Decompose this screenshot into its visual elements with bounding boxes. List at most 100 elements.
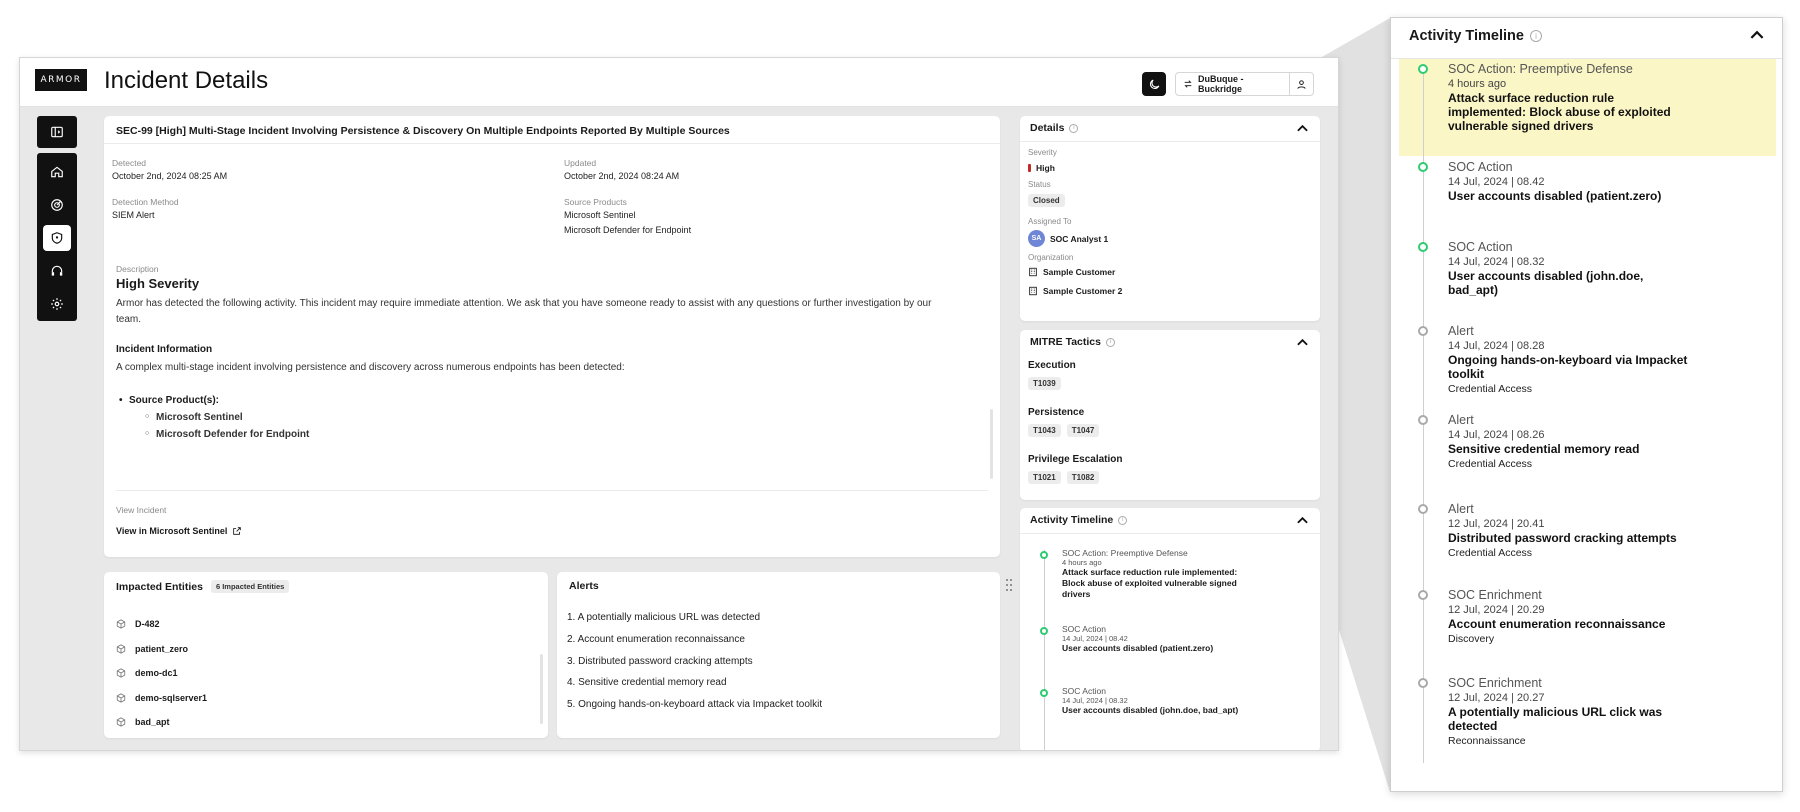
mitre-header: MITRE Tactics i [1030,336,1115,348]
description-scrollbar[interactable] [990,409,993,479]
sidebar-item-settings[interactable] [37,287,77,320]
org-switcher[interactable]: DuBuque - Buckridge [1175,72,1314,96]
list-item[interactable]: patient_zero [116,637,207,662]
gear-icon [51,297,63,310]
event-time: 14 Jul, 2024 | 08.42 [1062,634,1128,643]
source-products-bullet: Source Product(s): [119,395,219,406]
timeline-event[interactable]: SOC Enrichment 12 Jul, 2024 | 20.29 Acco… [1418,587,1758,646]
mitre-tactics-panel: MITRE Tactics i Execution T1039 Persiste… [1020,330,1320,500]
alerts-panel: Alerts 1. A potentially malicious URL wa… [557,572,1000,738]
tactic-name: Execution [1028,360,1076,371]
event-description: Ongoing hands-on-keyboard via Impacket t… [1448,353,1688,381]
moon-icon [1149,79,1159,89]
sidebar-item-home[interactable] [37,155,77,188]
alert-item[interactable]: 2. Account enumeration reconnaissance [567,634,822,656]
list-item[interactable]: D-482 [116,612,207,637]
timeline-event[interactable]: SOC Action 14 Jul, 2024 | 08.42 User acc… [1040,624,1300,654]
entities-title: Impacted Entities [116,580,203,593]
source-product: Microsoft Sentinel [564,210,636,220]
event-description: A potentially malicious URL click was de… [1448,705,1663,733]
event-description: Distributed password cracking attempts [1448,531,1677,545]
list-item[interactable]: demo-sqlserver1 [116,686,207,711]
event-type: SOC Action: Preemptive Defense [1062,548,1188,558]
technique-chip[interactable]: T1021 [1028,471,1061,484]
source-product-bullet-item: Microsoft Defender for Endpoint [145,429,309,440]
details-header: Details i [1030,122,1079,134]
user-icon[interactable] [1289,73,1313,95]
list-item[interactable]: bad_apt [116,710,207,735]
info-icon[interactable]: i [1529,30,1542,42]
event-time: 14 Jul, 2024 | 08.28 [1448,340,1545,352]
severity-label: Severity [1028,148,1057,157]
chevron-up-icon[interactable] [1297,338,1308,346]
info-icon[interactable]: i [1118,515,1128,525]
entities-count-badge: 6 Impacted Entities [210,580,290,593]
technique-chip[interactable]: T1039 [1028,377,1061,390]
building-icon [1029,286,1037,296]
view-in-sentinel-link[interactable]: View in Microsoft Sentinel [116,526,242,536]
event-type: SOC Action [1448,160,1513,174]
sidebar-toggle-button[interactable] [37,116,77,148]
status-label: Status [1028,180,1051,189]
timeline-event[interactable]: Alert 14 Jul, 2024 | 08.28 Ongoing hands… [1418,323,1758,396]
info-icon[interactable]: i [1106,337,1115,347]
zoom-title: Activity Timeline [1409,28,1524,44]
drag-handle-icon[interactable] [1005,578,1013,592]
cube-icon [116,644,126,654]
chevron-up-icon[interactable] [1297,124,1308,132]
timeline-event[interactable]: SOC Action: Preemptive Defense 4 hours a… [1418,61,1758,133]
detection-method-value: SIEM Alert [112,210,155,220]
entity-name: D-482 [135,619,160,630]
entity-name: demo-dc1 [135,668,178,679]
status-dot [1418,162,1428,172]
timeline-event[interactable]: SOC Enrichment 12 Jul, 2024 | 20.27 A po… [1418,675,1758,748]
alert-item[interactable]: 4. Sensitive credential memory read [567,677,822,699]
top-bar: ARMOR Incident Details DuBuque - Buckrid… [20,58,1338,107]
incident-card: SEC-99 [High] Multi-Stage Incident Invol… [104,116,1000,557]
alert-item[interactable]: 5. Ongoing hands-on-keyboard attack via … [567,699,822,721]
technique-chip[interactable]: T1047 [1066,424,1100,437]
event-time: 14 Jul, 2024 | 08.32 [1448,256,1545,268]
organization-item: Sample Customer [1028,267,1115,277]
technique-chip[interactable]: T1043 [1028,424,1061,437]
sidebar-nav [37,153,77,321]
list-item[interactable]: demo-dc1 [116,661,207,686]
status-dot [1040,689,1048,697]
alerts-title: Alerts [569,580,599,592]
alert-item[interactable]: 3. Distributed password cracking attempt… [567,656,822,678]
organization-label: Organization [1028,253,1074,262]
event-description: Attack surface reduction rule implemente… [1062,567,1238,599]
entities-scrollbar[interactable] [540,654,543,724]
timeline-event[interactable]: SOC Action 14 Jul, 2024 | 08.32 User acc… [1040,686,1300,716]
tactic-name: Persistence [1028,407,1085,418]
page-title: Incident Details [104,67,269,94]
alerts-list: 1. A potentially malicious URL was detec… [567,612,822,721]
timeline-event[interactable]: SOC Action: Preemptive Defense 4 hours a… [1040,548,1300,600]
divider [1020,141,1320,142]
status-badge: Closed [1028,194,1065,207]
chevron-up-icon[interactable] [1750,30,1764,39]
event-category: Credential Access [1448,547,1533,559]
event-type: SOC Action [1062,686,1106,696]
sidebar-item-incidents[interactable] [37,221,77,254]
chevron-up-icon[interactable] [1297,516,1308,524]
theme-toggle-button[interactable] [1142,72,1166,96]
view-incident-label: View Incident [116,505,167,515]
detected-label: Detected [112,158,147,168]
technique-chip[interactable]: T1082 [1066,471,1100,484]
timeline-event[interactable]: Alert 12 Jul, 2024 | 20.41 Distributed p… [1418,501,1758,560]
sidebar-item-support[interactable] [37,254,77,287]
alert-item[interactable]: 1. A potentially malicious URL was detec… [567,612,822,634]
sidebar-item-radar[interactable] [37,188,77,221]
timeline-event[interactable]: Alert 14 Jul, 2024 | 08.26 Sensitive cre… [1418,412,1758,471]
source-products-label: Source Products [564,197,627,207]
external-link-icon [233,527,242,535]
timeline-event[interactable]: SOC Action 14 Jul, 2024 | 08.42 User acc… [1418,159,1758,203]
cube-icon [116,619,126,629]
assigned-label: Assigned To [1028,217,1072,226]
info-icon[interactable]: i [1069,123,1079,133]
timeline-event[interactable]: SOC Action 14 Jul, 2024 | 08.32 User acc… [1418,239,1758,297]
zoom-header: Activity Timeline i [1409,28,1542,44]
timeline-header: Activity Timeline i [1030,514,1128,526]
timeline-title: Activity Timeline [1030,514,1114,526]
